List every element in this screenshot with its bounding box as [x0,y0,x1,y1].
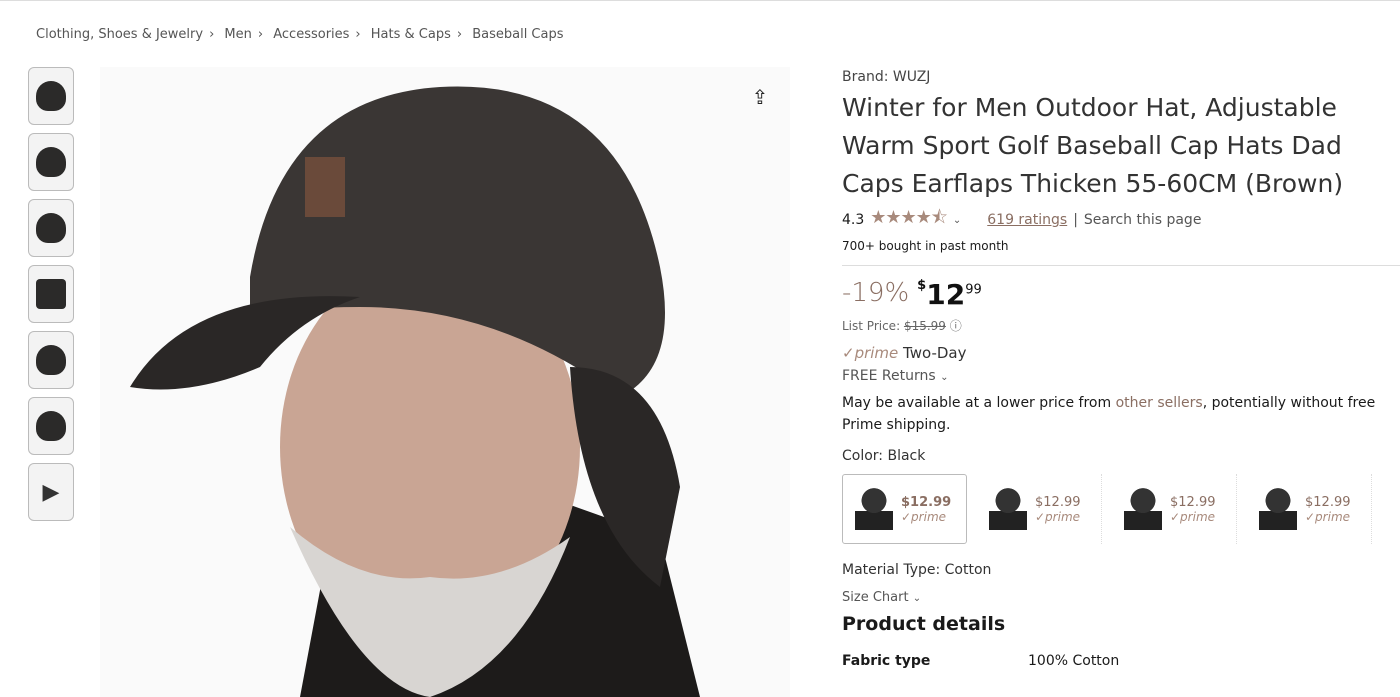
price: $1299 [917,278,982,311]
prime-delivery: ✓prime Two-Day [842,344,967,362]
color-label: Color: Black [842,448,926,464]
ratings-count-link[interactable]: 619 ratings [987,212,1067,228]
brand-link[interactable]: Brand: WUZJ [842,69,1400,85]
search-this-page-link[interactable]: Search this page [1084,212,1202,228]
breadcrumb-item[interactable]: Accessories [273,27,349,42]
discount-percent: -19% [842,278,910,308]
size-chart-dropdown[interactable]: Size Chart ⌄ [842,590,1400,605]
color-swatch[interactable]: $12.99 ✓prime [1112,474,1237,544]
bought-count: 700+ bought in past month [842,239,1009,253]
chevron-down-icon: ⌄ [940,372,949,383]
product-details-heading: Product details [842,613,1006,635]
thumbnail[interactable] [28,199,74,257]
breadcrumb-item[interactable]: Clothing, Shoes & Jewelry [36,27,203,42]
availability-text: May be available at a lower price from o… [842,395,1376,433]
price-block: -19% $1299 [842,278,1400,311]
breadcrumb-item[interactable]: Hats & Caps [371,27,451,42]
thumbnail[interactable] [28,265,74,323]
breadcrumb: Clothing, Shoes & Jewelry › Men › Accessor… [36,27,564,42]
star-rating-icon[interactable]: ★★★★⯪ [870,205,948,235]
color-swatch[interactable]: $12.99 ✓prime [1247,474,1372,544]
rating-row: 4.3 ★★★★⯪ ⌄ 619 ratings | Search this pa… [842,205,1400,235]
info-icon[interactable]: ⓘ [950,319,962,333]
detail-row: Fabric type 100% Cotton [842,653,1120,669]
share-icon[interactable]: ⇪ [748,85,772,109]
breadcrumb-item[interactable]: Baseball Caps [472,27,563,42]
video-thumbnail[interactable]: ▶ [28,463,74,521]
product-info: Brand: WUZJ Winter for Men Outdoor Hat, … [842,69,1400,669]
free-returns-dropdown[interactable]: FREE Returns ⌄ [842,368,1400,384]
other-sellers-link[interactable]: other sellers [1116,395,1203,411]
thumbnail[interactable] [28,133,74,191]
thumbnail-list: ▶ [28,67,74,521]
material-type: Material Type: Cotton [842,562,992,578]
thumbnail[interactable] [28,331,74,389]
divider [842,265,1400,266]
breadcrumb-item[interactable]: Men [224,27,251,42]
product-image[interactable] [100,67,790,697]
color-swatches: $12.99 ✓prime $12.99 ✓prime $12.99 ✓prime $… [842,474,1400,544]
color-swatch[interactable]: $12.99 ✓prime [977,474,1102,544]
list-price: List Price: $15.99 ⓘ [842,319,962,333]
color-swatch[interactable]: $12.99 ✓prime [842,474,967,544]
thumbnail[interactable] [28,397,74,455]
play-icon: ▶ [42,479,60,505]
rating-value: 4.3 [842,212,865,228]
chevron-down-icon: ⌄ [912,593,922,604]
thumbnail[interactable] [28,67,74,125]
product-title: Winter for Men Outdoor Hat, Adjustable W… [842,93,1344,198]
chevron-down-icon[interactable]: ⌄ [953,215,961,226]
prime-logo: ✓prime [842,344,899,362]
